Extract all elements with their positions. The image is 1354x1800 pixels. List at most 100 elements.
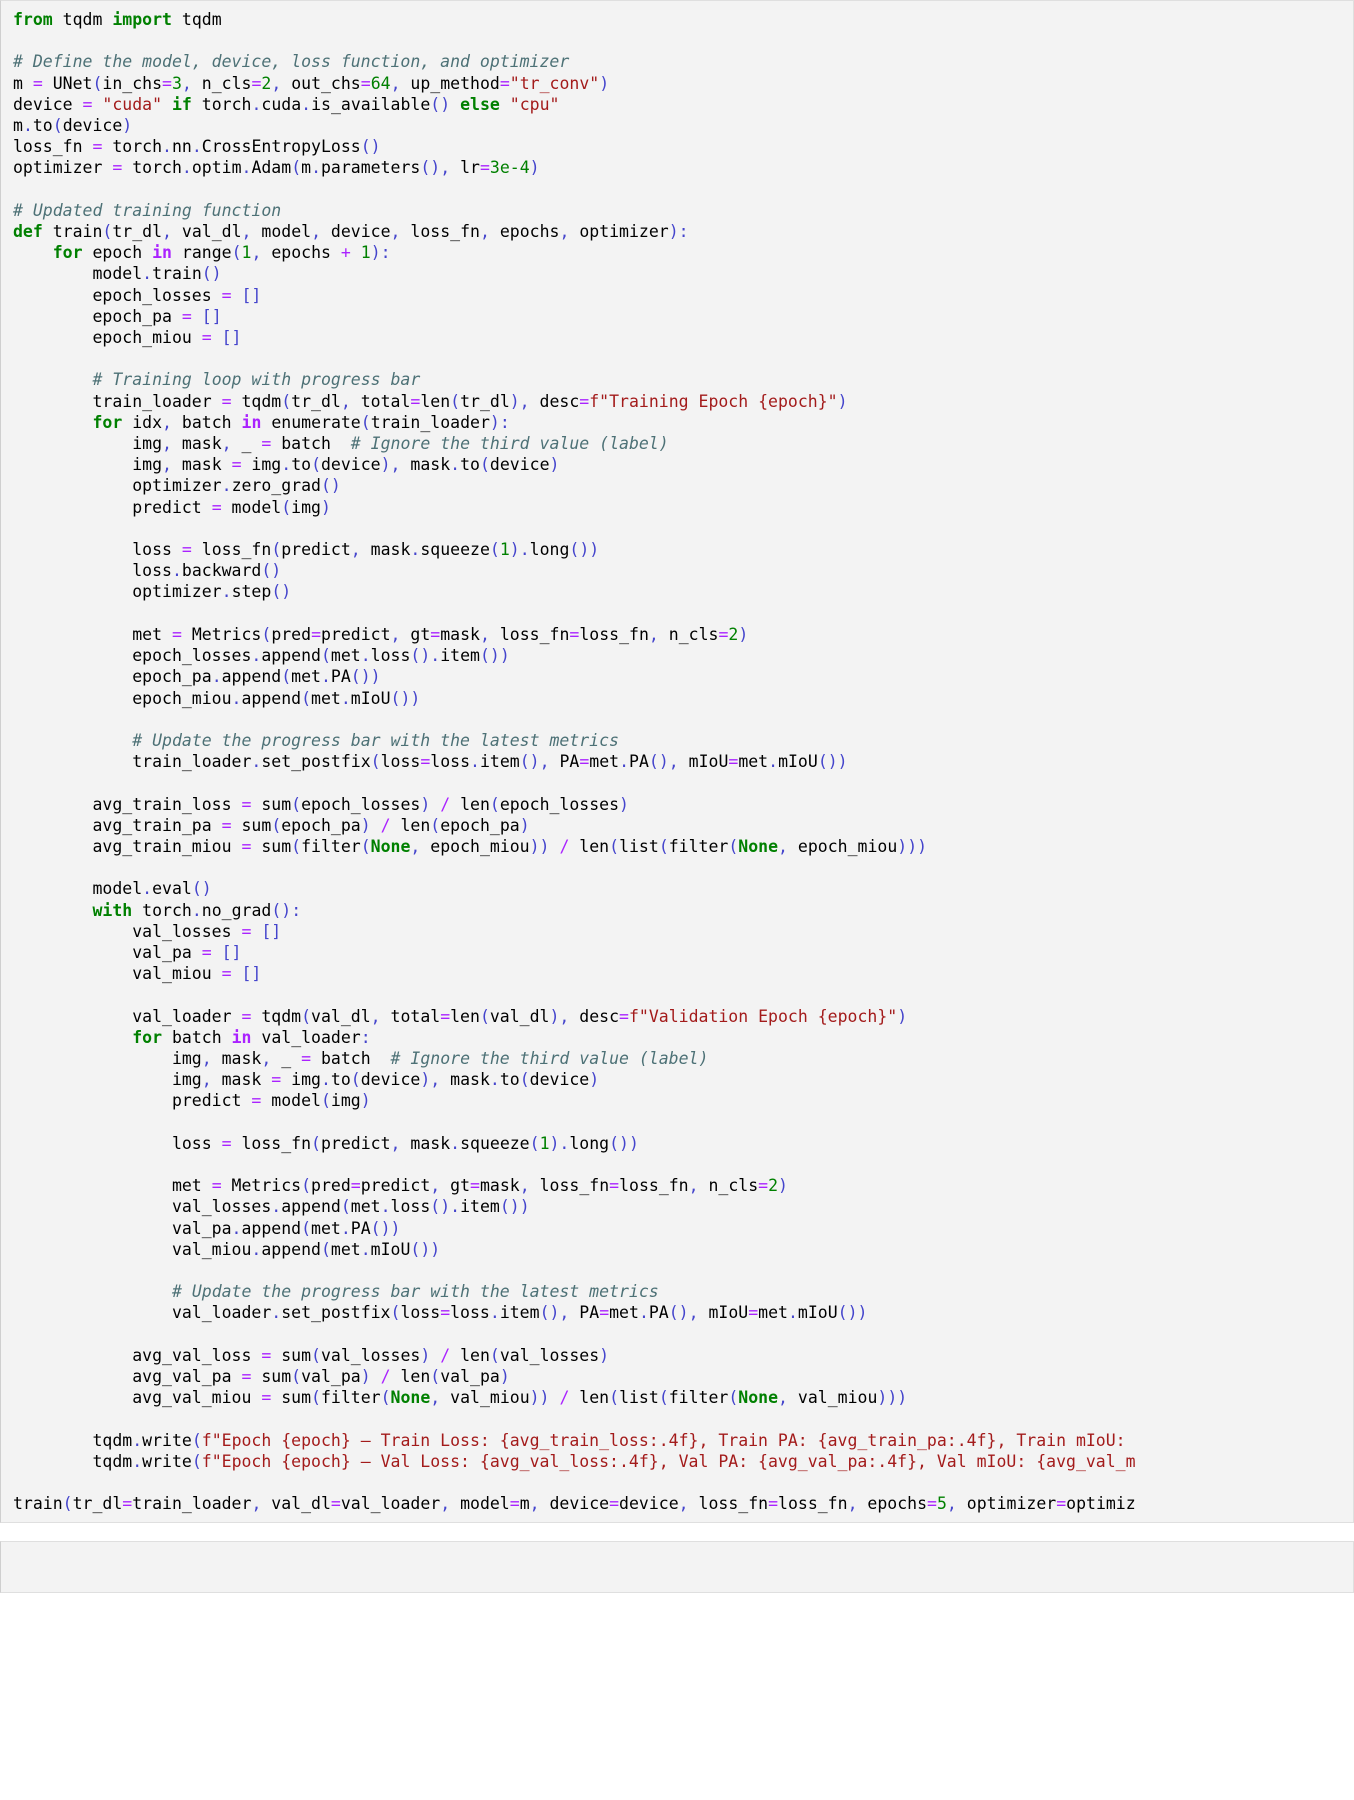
code-token: gt xyxy=(400,624,431,644)
code-token: 2 xyxy=(728,624,739,644)
code-token: , xyxy=(688,1176,699,1196)
code-token: epoch_losses xyxy=(13,646,252,666)
code-token: epoch_pa xyxy=(440,815,520,835)
code-token: ( xyxy=(430,1367,441,1386)
code-token: ( xyxy=(62,1494,73,1514)
code-token: , xyxy=(559,222,570,242)
code-token: ()) xyxy=(370,1218,401,1238)
code-token: mIoU xyxy=(698,1303,749,1323)
code-token: set_postfix xyxy=(281,1303,391,1323)
code-cell-source[interactable]: from tqdm import tqdm # Define the model… xyxy=(13,9,1353,1514)
code-token: optimizer xyxy=(569,222,669,242)
code-token: . xyxy=(489,1070,500,1090)
code-token: ( xyxy=(340,1197,351,1217)
code-token: val_pa xyxy=(13,1218,232,1238)
code-token: , xyxy=(221,434,232,454)
code-token: = xyxy=(221,964,232,984)
code-token: . xyxy=(251,94,262,114)
code-token: in xyxy=(231,1027,252,1047)
code-token: ))) xyxy=(897,836,928,856)
code-token: met xyxy=(350,1197,381,1217)
code-token: device xyxy=(489,455,550,475)
code-token: . xyxy=(340,1218,351,1238)
code-token: , xyxy=(390,73,401,93)
code-token: loss xyxy=(13,561,172,581)
code-token: ) xyxy=(549,455,560,475)
code-token: () xyxy=(261,561,282,581)
code-token: "cpu" xyxy=(499,94,560,114)
code-token: nn xyxy=(171,137,192,157)
code-token: = xyxy=(112,158,123,178)
code-token: m xyxy=(13,73,33,93)
code-token: 3e-4 xyxy=(489,158,530,178)
code-token: (), xyxy=(420,158,451,178)
code-token: torch xyxy=(132,900,192,920)
code-token: val_miou xyxy=(13,1239,252,1259)
code-token: = xyxy=(241,1006,252,1026)
code-token: idx xyxy=(122,412,163,432)
code-token: model xyxy=(261,1091,321,1111)
code-token: = xyxy=(231,455,242,475)
code-token: # Ignore the third value (label) xyxy=(350,434,669,454)
code-token: mask xyxy=(440,1070,490,1090)
code-token: predict xyxy=(13,497,212,517)
code-token: (), xyxy=(668,1303,699,1323)
code-token: mask xyxy=(211,1048,262,1068)
code-token: ()) xyxy=(609,1133,639,1153)
code-token: , xyxy=(390,222,401,242)
code-token: loss_fn xyxy=(400,222,480,242)
code-token: loss_fn xyxy=(231,1133,312,1153)
code-token: ), xyxy=(380,455,401,475)
code-token: . xyxy=(360,646,371,666)
code-token: step xyxy=(231,582,272,602)
code-token: ( xyxy=(728,1388,739,1408)
code-token: val_dl xyxy=(311,1006,371,1026)
code-token: = xyxy=(171,624,182,644)
code-token: , xyxy=(162,455,172,475)
code-token: . xyxy=(281,455,292,475)
code-token: device xyxy=(529,1070,590,1090)
code-token: ( xyxy=(380,1388,391,1408)
code-token: met xyxy=(609,1303,639,1323)
notebook-container: from tqdm import tqdm # Define the model… xyxy=(0,0,1354,1594)
code-token: tr_dl xyxy=(291,391,341,411)
code-token: . xyxy=(470,752,480,772)
code-token: (). xyxy=(430,1197,461,1217)
code-cell-training[interactable]: from tqdm import tqdm # Define the model… xyxy=(0,0,1354,1524)
code-token: val_losses xyxy=(499,1345,600,1365)
code-token: ( xyxy=(301,1176,312,1196)
code-token: . xyxy=(221,582,232,602)
code-token: ( xyxy=(301,688,312,708)
code-token: PA xyxy=(350,1218,371,1238)
code-token: . xyxy=(301,94,312,114)
code-token: ( xyxy=(320,646,331,666)
code-token: met xyxy=(311,1218,341,1238)
code-token: append xyxy=(261,646,321,666)
code-token: . xyxy=(251,646,262,666)
code-token: train_loader xyxy=(13,752,252,772)
code-token: . xyxy=(191,137,202,157)
code-token: () xyxy=(430,94,451,114)
code-token: / xyxy=(440,794,451,814)
code-token: lr xyxy=(450,158,480,178)
code-token: = xyxy=(609,1494,620,1514)
code-token: predict xyxy=(321,624,391,644)
code-cell-empty[interactable] xyxy=(0,1541,1354,1594)
code-token: , xyxy=(201,1070,212,1090)
code-token: = xyxy=(211,1176,222,1196)
code-token: avg_val_loss xyxy=(13,1345,262,1365)
code-token: tqdm xyxy=(13,1430,133,1450)
code-token: append xyxy=(281,1197,341,1217)
code-token: in_chs xyxy=(102,73,163,93)
code-token: = xyxy=(181,540,192,560)
code-token: , xyxy=(778,1388,788,1408)
code-token: 1 xyxy=(241,243,252,263)
code-token: f"Validation Epoch {epoch}" xyxy=(628,1006,898,1026)
code-token: , xyxy=(479,624,490,644)
code-token: sum xyxy=(251,836,292,856)
code-token: ( xyxy=(479,455,490,475)
code-token: torch xyxy=(102,137,163,157)
code-token: / xyxy=(440,1345,451,1365)
